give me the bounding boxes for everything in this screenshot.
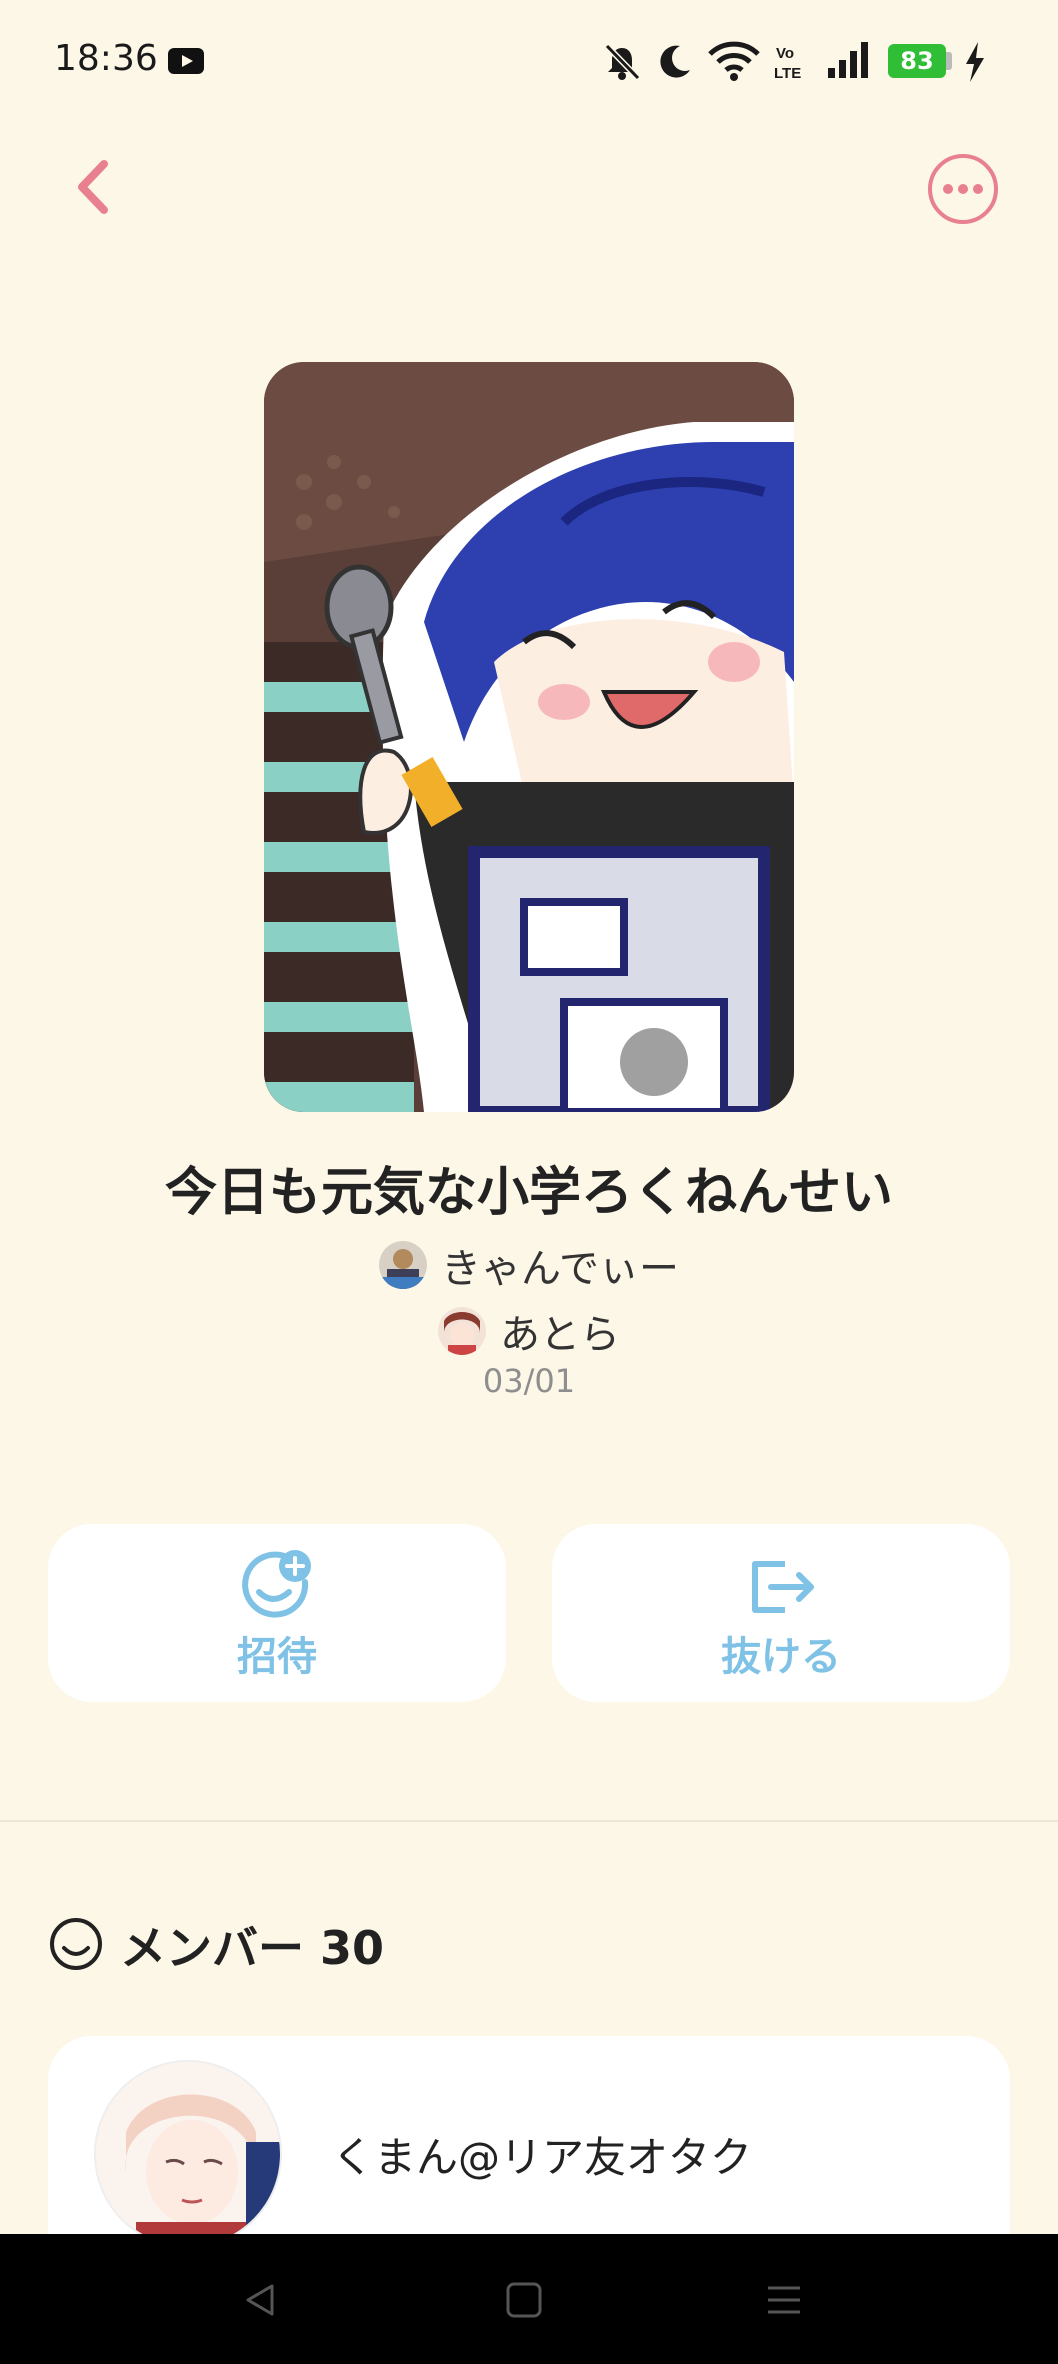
leave-label: 抜ける [721,1634,841,1680]
back-button[interactable] [66,152,126,222]
avatar [379,1241,427,1289]
youtube-icon [168,48,204,74]
smile-icon [50,1918,102,1970]
invite-button[interactable]: 招待 [48,1524,506,1702]
add-member-icon [242,1550,311,1618]
album-title: 今日も元気な小学ろくねんせい [164,1163,893,1223]
menu-nav-icon[interactable] [764,2280,804,2320]
owner-name: あとら [500,1312,620,1358]
status-time: 18:36 [54,38,158,79]
wifi-icon [708,41,760,81]
charging-icon [966,42,984,82]
svg-text:Vo: Vo [776,45,794,62]
member-name: くまん@リア友オタク [332,2133,753,2182]
owner-name: きゃんでぃー [441,1246,679,1292]
mute-icon [604,43,641,81]
more-horizontal-icon [928,154,998,224]
home-nav-icon[interactable] [504,2280,544,2320]
back-nav-icon[interactable] [240,2280,280,2320]
battery-cap [946,52,952,70]
leave-button[interactable]: 抜ける [552,1524,1010,1702]
volte-icon: Vo LTE [774,45,801,82]
owner-row[interactable]: きゃんでぃー [0,1236,1058,1294]
avatar [94,2060,282,2248]
divider [0,1820,1058,1822]
album-date: 03/01 [482,1362,576,1400]
status-bar: 18:36 Vo LTE 83 [0,0,1058,120]
album-cover-image [264,362,794,1112]
avatar [438,1307,486,1355]
exit-icon [752,1561,814,1613]
members-count-label: メンバー 30 [120,1921,385,1975]
owner-row[interactable]: あとら [0,1302,1058,1360]
more-button[interactable] [926,152,1000,226]
invite-label: 招待 [237,1634,317,1680]
battery-icon: 83 [888,44,946,78]
svg-text:LTE: LTE [774,65,801,82]
system-nav-bar [0,2234,1058,2364]
chevron-left-icon [78,160,108,214]
moon-icon [660,45,690,78]
signal-icon [828,42,868,78]
